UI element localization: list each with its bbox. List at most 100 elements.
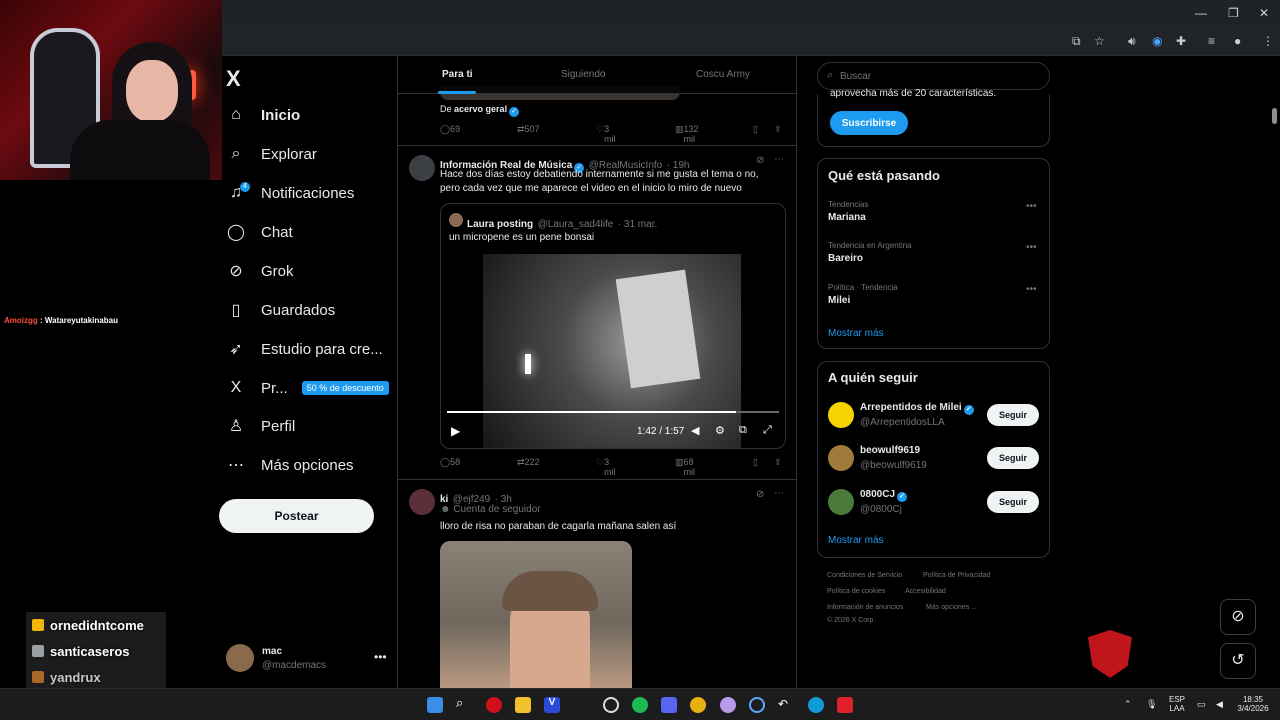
like-button[interactable]: ♡ 3 mil [596,124,616,144]
more-icon[interactable]: ⋯ [774,488,784,499]
tab-para-ti[interactable]: Para ti [442,69,473,80]
bookmark-icon[interactable]: ▯ [753,124,758,135]
footer-link[interactable]: Más opciones ... [926,604,977,611]
settings-icon[interactable]: ⚙ [715,424,725,437]
bookmark-icon[interactable]: ▯ [753,457,758,468]
more-icon[interactable]: ••• [374,650,387,664]
x-logo-icon[interactable]: X [226,66,241,92]
chrome-icon[interactable] [690,697,706,713]
tweet-image[interactable] [440,541,632,688]
subscribe-button[interactable]: Suscribirse [830,111,908,135]
retweet-button[interactable]: ⇄ 507 [517,124,540,135]
footer-link[interactable]: Información de anuncios [827,604,903,611]
tray-chevron-icon[interactable]: ⌃ [1124,699,1132,710]
vegas-icon[interactable]: V [544,697,560,713]
volume-icon[interactable]: 🔊︎ [1128,34,1136,49]
footer-link[interactable]: Política de cookies [827,588,885,595]
app-icon[interactable] [837,697,853,713]
fullscreen-icon[interactable]: ⤢ [763,424,772,437]
sidebar-item-notificaciones[interactable]: ♫ 4 Notificaciones [226,178,354,208]
bookmark-star-icon[interactable]: ☆ [1094,34,1105,48]
reply-button[interactable]: ◯ 58 [440,457,460,468]
tweet[interactable]: ki @ejf249 · 3h ⊘ ⋯ ☻ Cuenta de seguidor… [398,480,796,688]
sidebar-item-inicio[interactable]: ⌂ Inicio [226,100,300,130]
sidebar-item-grok[interactable]: ⊘ Grok [226,256,293,286]
close-window-button[interactable]: ✕ [1259,6,1269,20]
audio-icon[interactable]: ◉ [1152,34,1162,48]
app-icon[interactable] [720,697,736,713]
minimize-button[interactable]: — [1195,6,1207,20]
clock[interactable]: 18:35 3/4/2026 [1234,695,1272,713]
sidebar-item-guardados[interactable]: ▯ Guardados [226,295,336,325]
obs-icon[interactable] [603,697,619,713]
footer-link[interactable]: Política de Privacidad [923,572,990,579]
person-icon: ♙ [228,418,244,435]
tab-coscu-army[interactable]: Coscu Army [696,69,750,80]
media-control-icon[interactable]: ≡ [1208,34,1215,48]
quoted-tweet[interactable]: Laura posting @Laura_sad4life · 31 mar. … [440,203,786,449]
grok-float-button[interactable]: ⊘ [1220,599,1256,635]
windows-taskbar: ⌕ V ↶ ⌃ 🎙︎ ESP LAA ▭ ◀ 18:35 3/4/2026 [0,688,1280,720]
sidebar-item-estudio[interactable]: ➶ Estudio para cre... [226,334,382,364]
sidebar-nav: X ⌂ Inicio ⌕ Explorar ♫ 4 Notificaciones ◯ Ch… [219,56,397,688]
install-app-icon[interactable]: ⧉ [1072,34,1081,49]
retweet-button[interactable]: ⇄ 222 [517,457,540,468]
restore-button[interactable]: ❐ [1228,6,1239,20]
share-icon[interactable]: ⇪ [774,124,782,135]
show-more-link[interactable]: Mostrar más [828,328,884,339]
follow-button[interactable]: Seguir [987,491,1039,513]
follow-title: A quién seguir [828,370,918,385]
grok-icon[interactable]: ⊘ [756,155,764,166]
sidebar-item-premium[interactable]: X Pr... 50 % de descuento [226,373,389,403]
tab-siguiendo[interactable]: Siguiendo [561,69,605,80]
tweet[interactable]: Información Real de Música ✓ @RealMusicIn… [398,146,796,480]
follow-button[interactable]: Seguir [987,404,1039,426]
monitor-icon[interactable]: ▭ [1197,699,1206,710]
microphone-icon[interactable]: 🎙︎ [1146,699,1157,710]
sidebar-item-chat[interactable]: ◯ Chat [226,217,293,247]
grok-icon[interactable]: ⊘ [756,489,764,500]
search-icon[interactable]: ⌕ [456,695,472,711]
footer-link[interactable]: Condiciones de Servicio [827,572,902,579]
app-icon[interactable]: ↶ [778,697,794,713]
messages-float-button[interactable]: ↺ [1220,643,1256,679]
footer-link[interactable]: Accesibilidad [905,588,946,595]
app-icon[interactable] [486,697,502,713]
scrollbar-thumb[interactable] [1272,108,1277,124]
extensions-icon[interactable]: ✚ [1176,34,1186,48]
discord-icon[interactable] [661,697,677,713]
start-icon[interactable] [427,697,443,713]
search-icon: ⌕ [827,69,834,81]
app-icon[interactable] [749,697,765,713]
follow-button[interactable]: Seguir [987,447,1039,469]
sidebar-item-mas-opciones[interactable]: ⋯ Más opciones [226,450,354,480]
volume-icon[interactable]: ◀ [691,424,699,437]
spotify-icon[interactable] [632,697,648,713]
browser-menu-icon[interactable]: ⋮ [1262,34,1274,48]
post-button[interactable]: Postear [219,499,374,533]
quoted-text: un micropene es un pene bonsai [449,232,595,243]
more-icon[interactable]: ⋯ [774,154,784,165]
views-button[interactable]: ▥ 68 mil [675,457,695,477]
account-name: mac [262,646,283,657]
language-indicator[interactable]: ESP LAA [1166,695,1188,713]
video-player[interactable]: ▶ 1:42 / 1:57 ◀ ⚙ ⧉ ⤢ [441,254,785,448]
profile-icon[interactable]: ● [1234,34,1241,48]
play-icon[interactable]: ▶ [451,424,460,438]
search-input[interactable]: ⌕ Buscar [817,62,1050,90]
views-button[interactable]: ▥ 132 mil [675,124,699,144]
show-more-link[interactable]: Mostrar más [828,535,884,546]
sidebar-item-explorar[interactable]: ⌕ Explorar [226,139,317,169]
speaker-icon[interactable]: ◀ [1216,699,1223,710]
like-button[interactable]: ♡ 3 mil [596,457,616,477]
edge-icon[interactable] [808,697,824,713]
bell-icon: ♫ 4 [226,182,250,202]
share-icon[interactable]: ⇪ [774,457,782,468]
reply-button[interactable]: ◯ 69 [440,124,460,135]
file-explorer-icon[interactable] [515,697,531,713]
sub-badge-icon [32,671,44,683]
picture-in-picture-icon[interactable]: ⧉ [739,424,747,437]
video-seek-bar[interactable] [447,411,779,413]
sidebar-item-perfil[interactable]: ♙ Perfil [226,411,295,441]
account-switcher[interactable]: mac @macdemacs ••• [226,644,391,674]
